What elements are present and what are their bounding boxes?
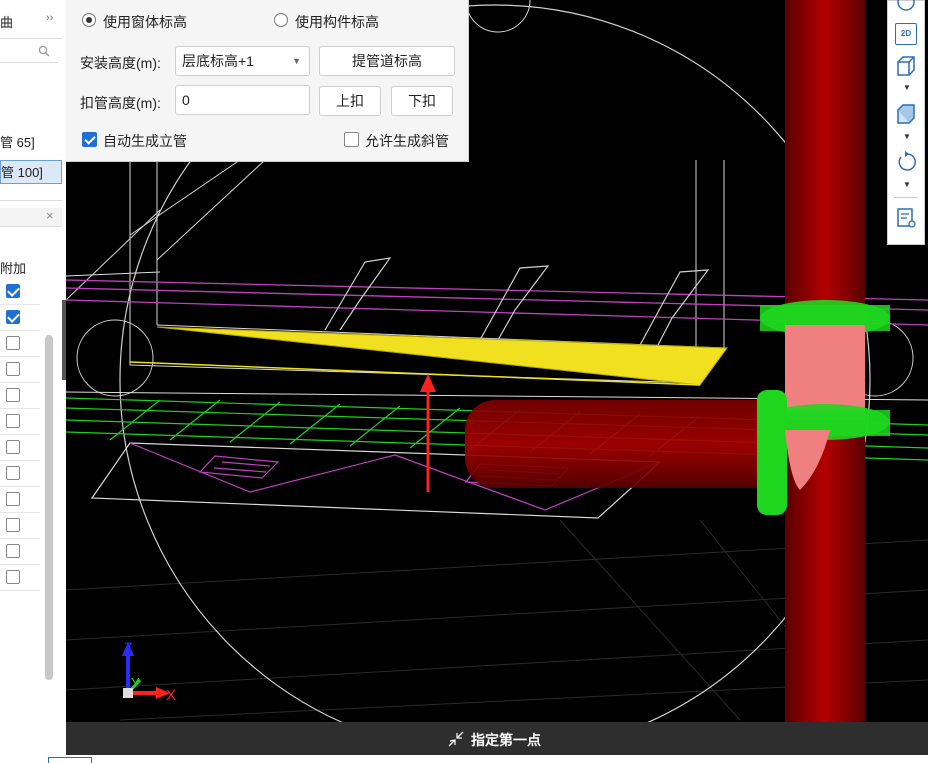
search-box[interactable] — [0, 40, 58, 63]
expand-icon[interactable]: ›› — [46, 12, 53, 24]
attach-checkbox[interactable] — [6, 284, 20, 298]
attach-row — [0, 461, 40, 487]
tree-item-pipe-100[interactable]: 管 100] — [0, 160, 62, 184]
install-height-select[interactable]: 层底标高+1 ▼ — [175, 46, 310, 76]
cube-shaded-icon[interactable] — [895, 103, 917, 125]
attach-row — [0, 357, 40, 383]
install-height-label: 安装高度(m): — [80, 55, 161, 71]
pipe-settings-dialog: 使用窗体标高 使用构件标高 安装高度(m): 层底标高+1 ▼ 提管道标高 扣管… — [66, 0, 469, 162]
radio-component-elevation-label: 使用构件标高 — [295, 14, 379, 30]
attach-row — [0, 331, 40, 357]
2d-label: 2D — [900, 29, 912, 38]
bottom-tab-strip — [0, 755, 928, 763]
status-prompt: 指定第一点 — [471, 732, 541, 748]
buckle-height-input[interactable]: 0 — [175, 85, 310, 115]
attach-checkbox[interactable] — [6, 570, 20, 584]
layer-label[interactable]: 曲 — [0, 12, 13, 31]
chevron-down-icon: ▼ — [292, 56, 301, 66]
horizontal-pipe — [465, 400, 785, 488]
buckle-down-button[interactable]: 下扣 — [391, 86, 453, 116]
attach-checkbox[interactable] — [6, 362, 20, 376]
subpanel-header: × — [0, 208, 62, 227]
allow-slant-checkbox[interactable] — [344, 132, 359, 147]
buckle-up-button[interactable]: 上扣 — [319, 86, 381, 116]
cube-view-icon[interactable] — [895, 55, 917, 77]
attach-row — [0, 279, 40, 305]
chevron-down-icon[interactable]: ▼ — [903, 180, 911, 189]
attach-row — [0, 435, 40, 461]
buckle-height-label: 扣管高度(m): — [80, 95, 161, 111]
chevron-down-icon[interactable]: ▼ — [903, 83, 911, 92]
vertical-scrollbar[interactable] — [45, 335, 53, 680]
attach-checkbox[interactable] — [6, 518, 20, 532]
panel-divider — [0, 200, 62, 201]
chevron-down-icon[interactable]: ▼ — [903, 132, 911, 141]
toolbar-divider — [894, 197, 918, 198]
attach-checkbox[interactable] — [6, 310, 20, 324]
left-panel: 曲 ›› 管 65] 管 100] × 附加 — [0, 0, 66, 763]
attach-row — [0, 487, 40, 513]
attach-checkbox[interactable] — [6, 466, 20, 480]
attach-row — [0, 565, 40, 591]
rotate-icon[interactable] — [895, 151, 917, 173]
command-status-bar: 指定第一点 — [66, 722, 928, 755]
2d-view-icon[interactable]: 2D — [895, 23, 917, 45]
attach-checkbox[interactable] — [6, 544, 20, 558]
panel-splitter[interactable] — [62, 300, 66, 380]
search-icon[interactable] — [38, 45, 50, 57]
pick-point-icon — [448, 731, 464, 747]
attach-row — [0, 539, 40, 565]
attach-row — [0, 513, 40, 539]
install-height-value: 层底标高+1 — [182, 53, 254, 69]
attach-checkbox[interactable] — [6, 388, 20, 402]
left-panel-top: 曲 ›› — [0, 0, 62, 39]
auto-riser-checkbox[interactable] — [82, 132, 97, 147]
radio-component-elevation[interactable] — [274, 13, 288, 27]
extract-pipe-elevation-button[interactable]: 提管道标高 — [319, 46, 455, 76]
radio-window-elevation[interactable] — [82, 13, 96, 27]
axis-x-label: X — [166, 687, 176, 704]
view-toolbar: 2D ▼ ▼ ▼ — [887, 0, 925, 245]
auto-riser-label: 自动生成立管 — [103, 133, 187, 149]
radio-window-elevation-label: 使用窗体标高 — [103, 14, 187, 30]
allow-slant-label: 允许生成斜管 — [365, 133, 449, 149]
attach-checkbox[interactable] — [6, 336, 20, 350]
bottom-tab-active[interactable] — [48, 757, 92, 763]
attach-checkbox[interactable] — [6, 492, 20, 506]
attach-checkbox[interactable] — [6, 414, 20, 428]
tree-item-pipe-65[interactable]: 管 65] — [0, 131, 62, 155]
tree-item-label: 管 65] — [0, 135, 35, 150]
attach-checkbox[interactable] — [6, 440, 20, 454]
column-header-attach: 附加 — [0, 261, 27, 276]
attach-row — [0, 305, 40, 331]
top-partial-icon[interactable] — [895, 0, 917, 13]
attach-row — [0, 409, 40, 435]
subpanel-close-icon[interactable]: × — [46, 208, 54, 223]
tree-item-label: 管 100] — [1, 165, 43, 180]
axis-y-label: Y — [131, 675, 140, 690]
axis-z-label: Z — [124, 639, 133, 655]
properties-icon[interactable] — [895, 207, 917, 229]
attach-row — [0, 383, 40, 409]
